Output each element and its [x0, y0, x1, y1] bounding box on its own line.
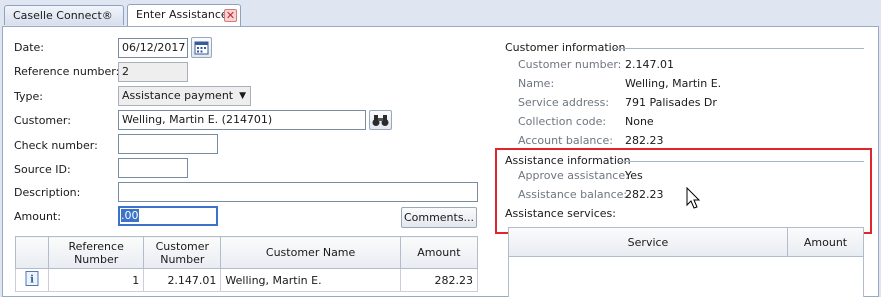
info-icon: i [25, 271, 39, 286]
service-address-value: 791 Palisades Dr [625, 96, 717, 109]
approve-assistance-value: Yes [625, 169, 643, 182]
customer-lookup-button[interactable] [369, 110, 392, 130]
grid-cell-customer-number: 2.147.01 [143, 268, 222, 292]
customer-information-heading: Customer information [505, 41, 626, 54]
type-select-value: Assistance payment [122, 89, 234, 102]
customer-number-label: Customer number: [518, 58, 622, 71]
description-field[interactable] [118, 182, 478, 202]
calendar-button[interactable] [191, 37, 212, 58]
grid-cell-amount: 282.23 [399, 268, 479, 292]
account-balance-label: Account balance: [518, 134, 613, 147]
grid-col-customer-name[interactable]: Customer Name [220, 236, 401, 269]
type-label: Type: [14, 90, 43, 103]
assistance-balance-label: Assistance balance: [518, 188, 628, 201]
grid-row-header [14, 236, 50, 269]
customer-info-divider [614, 48, 864, 49]
calendar-icon [194, 41, 209, 55]
grid-col-reference-number[interactable]: Reference Number [48, 236, 145, 269]
customer-number-value: 2.147.01 [625, 58, 674, 71]
assistance-balance-value: 282.23 [625, 188, 664, 201]
tab-bar: Caselle Connect® Enter Assistance ✕ [0, 0, 881, 26]
grid-cell-customer-name: Welling, Martin E. [220, 268, 401, 292]
close-icon[interactable]: ✕ [224, 9, 237, 22]
collection-code-label: Collection code: [518, 115, 607, 128]
amount-label: Amount: [14, 210, 61, 223]
customer-field[interactable]: Welling, Martin E. (214701) [118, 110, 366, 130]
amount-field[interactable]: .00 [118, 206, 218, 226]
services-col-service[interactable]: Service [509, 228, 788, 257]
tab-label: Enter Assistance [136, 8, 228, 21]
reference-number-label: Reference number: [14, 65, 120, 78]
mouse-cursor-icon [686, 187, 701, 209]
check-number-label: Check number: [14, 139, 98, 152]
account-balance-value: 282.23 [625, 134, 664, 147]
service-address-label: Service address: [518, 96, 610, 109]
tab-enter-assistance[interactable]: Enter Assistance ✕ [127, 4, 241, 26]
chevron-down-icon: ▼ [239, 91, 246, 101]
approve-assistance-label: Approve assistance: [518, 169, 629, 182]
customer-name-value: Welling, Martin E. [625, 77, 722, 90]
comments-button[interactable]: Comments... [401, 207, 477, 228]
date-label: Date: [14, 41, 44, 54]
grid-cell-reference-number: 1 [48, 268, 145, 292]
services-col-amount[interactable]: Amount [788, 228, 863, 257]
tab-caselle-connect[interactable]: Caselle Connect® [4, 5, 124, 25]
assistance-information-heading: Assistance information [505, 154, 631, 167]
amount-value: .00 [121, 209, 139, 222]
check-number-field[interactable] [118, 134, 218, 154]
table-row[interactable]: i 1 2.147.01 Welling, Martin E. 282.23 [14, 268, 479, 292]
grid-col-amount[interactable]: Amount [399, 236, 479, 269]
type-select[interactable]: Assistance payment ▼ [118, 86, 251, 106]
row-detail-cell[interactable]: i [14, 268, 50, 292]
source-id-label: Source ID: [14, 163, 71, 176]
binoculars-icon [372, 115, 389, 126]
assistance-services-grid: Service Amount [508, 227, 864, 297]
description-label: Description: [14, 186, 81, 199]
customer-label: Customer: [14, 114, 71, 127]
grid-col-customer-number[interactable]: Customer Number [143, 236, 222, 269]
svg-text:i: i [30, 275, 34, 286]
customer-name-label: Name: [518, 77, 555, 90]
assistance-info-divider [619, 161, 864, 162]
date-field[interactable]: 06/12/2017 [118, 38, 188, 58]
reference-number-field: 2 [118, 62, 188, 82]
collection-code-value: None [625, 115, 654, 128]
assistance-services-label: Assistance services: [505, 207, 616, 220]
source-id-field[interactable] [118, 158, 188, 178]
assistance-grid: Reference Number Customer Number Custome… [14, 236, 479, 292]
